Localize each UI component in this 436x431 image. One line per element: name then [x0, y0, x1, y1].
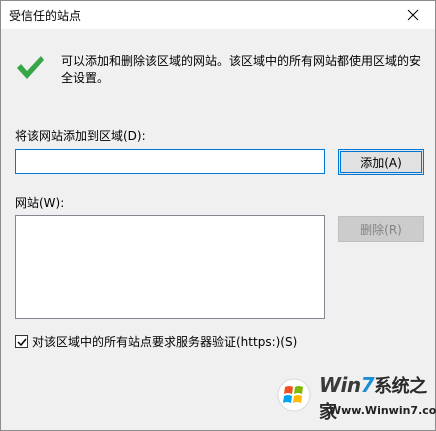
dialog-title: 受信任的站点: [9, 9, 82, 23]
add-button[interactable]: 添加(A): [338, 149, 424, 175]
title-bar: 受信任的站点: [1, 1, 435, 29]
sites-label: 网站(W):: [15, 196, 65, 210]
windows-logo-icon: [277, 378, 311, 412]
close-button[interactable]: [391, 1, 435, 29]
add-site-input[interactable]: [15, 149, 325, 174]
sites-list[interactable]: [15, 215, 325, 319]
close-icon: [407, 9, 419, 21]
https-checkbox[interactable]: [15, 335, 28, 348]
checkbox-check-icon: [16, 338, 27, 346]
watermark-url: Www.Winwin7.com: [329, 404, 436, 417]
site-watermark: Win7系统之家 Www.Winwin7.com: [235, 370, 436, 430]
https-requirement-row[interactable]: 对该区域中的所有站点要求服务器验证(https:)(S): [15, 333, 297, 350]
remove-button[interactable]: 删除(R): [338, 216, 424, 242]
https-checkbox-label: 对该区域中的所有站点要求服务器验证(https:)(S): [32, 335, 298, 349]
checkmark-icon: [17, 56, 44, 79]
add-site-label: 将该网站添加到区域(D):: [15, 129, 146, 143]
trusted-sites-dialog: 受信任的站点 可以添加和删除该区域的网站。该区域中的所有网站都使用区域的安全设置…: [0, 0, 436, 431]
add-button-label: 添加(A): [360, 155, 402, 170]
remove-button-label: 删除(R): [360, 222, 402, 237]
zone-info-text: 可以添加和删除该区域的网站。该区域中的所有网站都使用区域的安全设置。: [61, 54, 422, 85]
